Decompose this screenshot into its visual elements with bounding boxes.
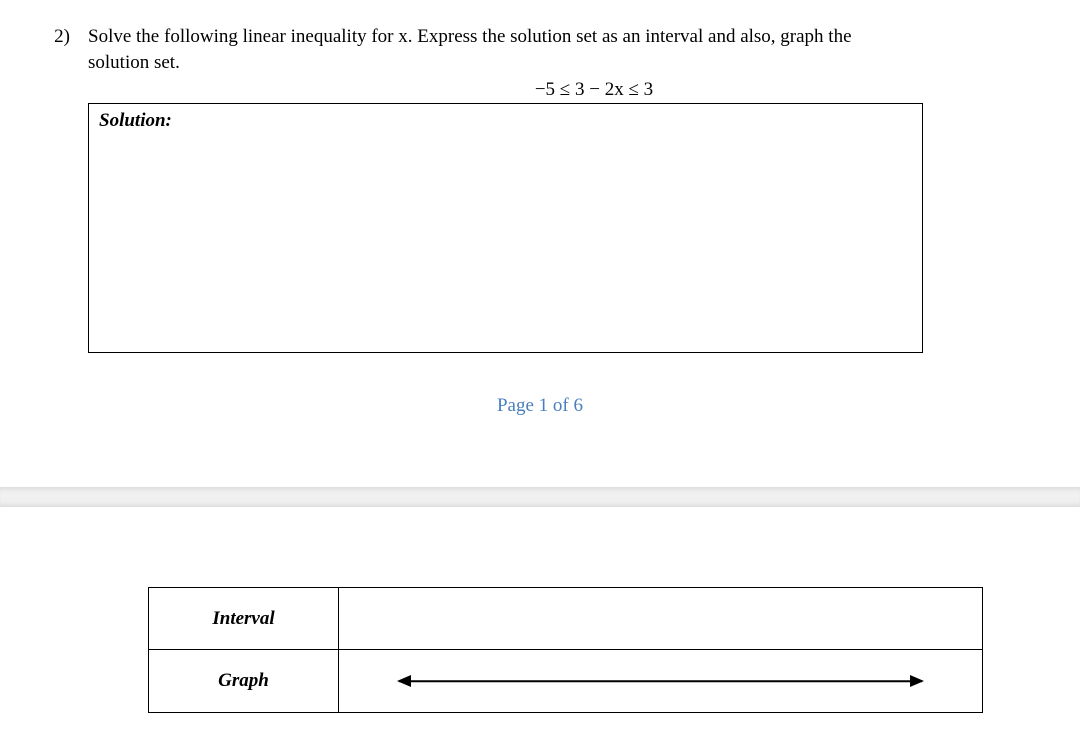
problem-block: 2) Solve the following linear inequality… [40,24,1040,353]
solution-label: Solution: [99,110,172,131]
problem-body: Solve the following linear inequality fo… [88,24,1040,353]
number-line [399,650,922,712]
graph-value-cell [339,650,983,713]
page-indicator: Page 1 of 6 [40,395,1040,417]
answer-table: Interval Graph [148,587,983,713]
arrow-right-icon [910,675,924,687]
page-break-gap [0,487,1080,507]
problem-number: 2) [40,24,70,48]
problem-prompt: Solve the following linear inequality fo… [88,24,1040,75]
solution-box: Solution: [88,103,923,353]
graph-label-cell: Graph [149,650,339,713]
interval-label-cell: Interval [149,588,339,650]
inequality-equation: −5 ≤ 3 − 2x ≤ 3 [148,79,1040,101]
prompt-line-2: solution set. [88,52,180,73]
interval-row: Interval [149,588,983,650]
prompt-line-1: Solve the following linear inequality fo… [88,26,852,47]
number-line-axis [399,681,922,683]
graph-row: Graph [149,650,983,713]
interval-value-cell [339,588,983,650]
